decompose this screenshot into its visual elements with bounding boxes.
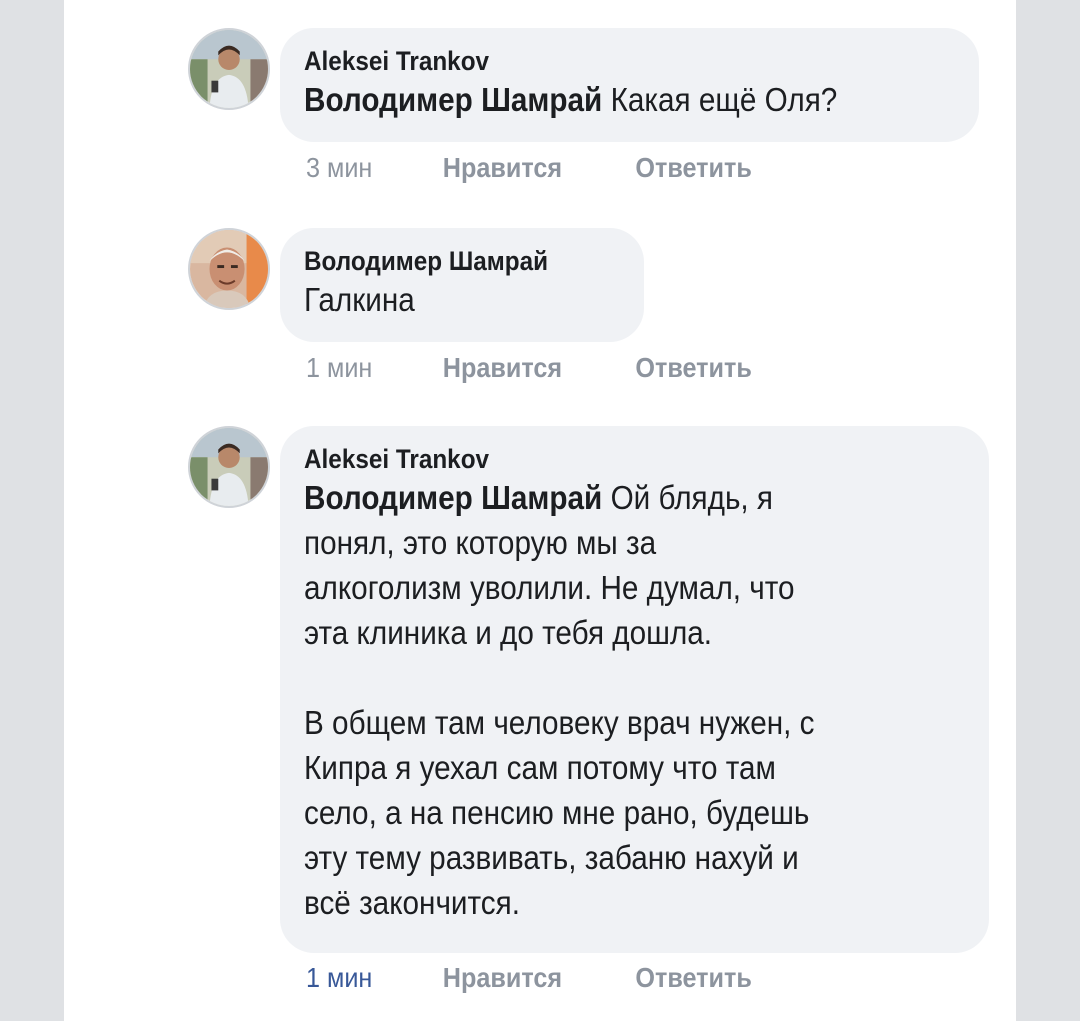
comments-panel: Aleksei Trankov Володимер Шамрай Какая е…: [64, 0, 1016, 1021]
comment-bubble: Aleksei Trankov Володимер Шамрай Ой бляд…: [280, 426, 989, 953]
like-button[interactable]: Нравится: [443, 352, 562, 384]
comment-line: эта клиника и до тебя дошла.: [304, 614, 713, 651]
reply-button[interactable]: Ответить: [635, 352, 751, 384]
comment-line-text: Ой блядь, я: [610, 479, 773, 516]
comment-line: всё закончится.: [304, 884, 520, 921]
comment-line: В общем там человеку врач нужен, с: [304, 704, 815, 741]
comment-body: Галкина: [304, 281, 415, 318]
mention-link[interactable]: Володимер Шамрай: [304, 81, 602, 118]
comment-line: алкоголизм уволили. Не думал, что: [304, 569, 795, 606]
comment-line: Кипра я уехал сам потому что там: [304, 749, 776, 786]
avatar-aleksei[interactable]: [188, 28, 270, 110]
comment-time[interactable]: 1 мин: [306, 352, 372, 384]
reply-button[interactable]: Ответить: [635, 152, 751, 184]
avatar-aleksei[interactable]: [188, 426, 270, 508]
like-button[interactable]: Нравится: [443, 152, 562, 184]
comment-text: Володимер Шамрай Ой блядь, я понял, это …: [304, 475, 962, 925]
comment-author[interactable]: Володимер Шамрай: [304, 246, 587, 277]
comment-author[interactable]: Aleksei Trankov: [304, 444, 897, 475]
comment-bubble: Aleksei Trankov Володимер Шамрай Какая е…: [280, 28, 979, 142]
comment-line: понял, это которую мы за: [304, 524, 657, 561]
mention-link[interactable]: Володимер Шамрай: [304, 479, 602, 516]
comment-author[interactable]: Aleksei Trankov: [304, 46, 888, 77]
avatar-volodymyr[interactable]: [188, 228, 270, 310]
like-button[interactable]: Нравится: [443, 962, 562, 994]
comment-text: Володимер Шамрай Какая ещё Оля?: [304, 77, 952, 122]
comment-line: село, а на пенсию мне рано, будешь: [304, 794, 810, 831]
comment-body: Какая ещё Оля?: [610, 81, 838, 118]
comment-line: Володимер Шамрай Ой блядь, я: [304, 475, 962, 520]
comment-bubble: Володимер Шамрай Галкина: [280, 228, 644, 342]
comment-line: эту тему развивать, забаню нахуй и: [304, 839, 799, 876]
comment-time[interactable]: 1 мин: [306, 962, 372, 994]
comment-time[interactable]: 3 мин: [306, 152, 372, 184]
reply-button[interactable]: Ответить: [635, 962, 751, 994]
